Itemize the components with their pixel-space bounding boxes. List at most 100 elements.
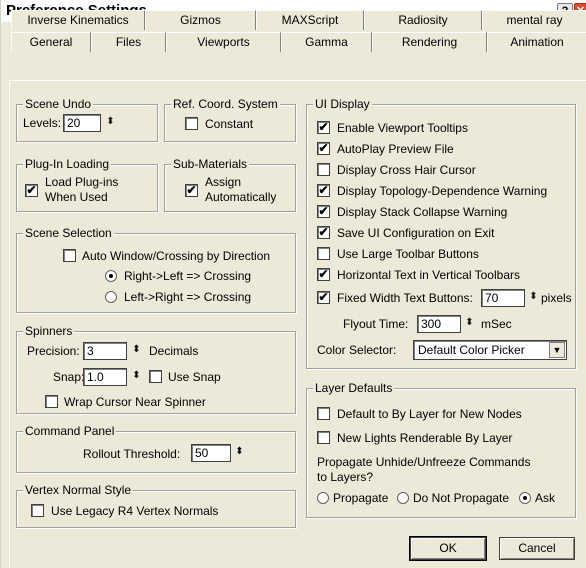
snap-spinner-icon[interactable]: ⬍ [131,368,142,386]
vertex-normal-title: Vertex Normal Style [23,483,134,497]
topology-warning-label: Display Topology-Dependence Warning [337,184,548,198]
use-snap-label: Use Snap [168,370,221,384]
autoplay-preview-label: AutoPlay Preview File [337,142,454,156]
right-left-crossing-radio[interactable] [105,270,117,282]
ui-display-group: UI Display ✔ Enable Viewport Tooltips ✔ … [306,97,576,369]
propagate-label: Propagate [333,491,389,505]
tab-general[interactable]: General [11,32,91,52]
default-by-layer-label: Default to By Layer for New Nodes [337,407,522,421]
new-lights-renderable-label: New Lights Renderable By Layer [337,431,513,445]
save-ui-config-checkbox[interactable]: ✔ [317,226,330,239]
command-panel-group: Command Panel Rollout Threshold: 50 ⬍ [16,424,296,473]
do-not-propagate-radio[interactable] [397,492,409,504]
ask-radio[interactable] [519,492,531,504]
levels-spinner-icon[interactable]: ⬍ [105,114,116,132]
chevron-down-icon[interactable]: ▼ [549,342,565,358]
do-not-propagate-label: Do Not Propagate [413,491,510,505]
rollout-spinner-icon[interactable]: ⬍ [234,444,245,462]
load-plugins-label-2: When Used [45,190,108,204]
decimals-label: Decimals [149,344,199,358]
default-by-layer-checkbox[interactable] [317,407,330,420]
tab-maxscript[interactable]: MAXScript [256,10,364,30]
plugin-loading-group: Plug-In Loading ✔ Load Plug-ins When Use… [16,157,158,212]
left-right-crossing-radio[interactable] [105,291,117,303]
tab-row-bottom: General Files Viewports Gamma Rendering … [11,32,586,52]
color-selector-dropdown[interactable]: Default Color Picker ▼ [413,340,567,360]
constant-label: Constant [205,117,254,131]
enable-viewport-tooltips-checkbox[interactable]: ✔ [317,121,330,134]
fixed-width-buttons-checkbox[interactable]: ✔ [317,291,330,304]
large-toolbar-buttons-label: Use Large Toolbar Buttons [337,247,479,261]
ref-coord-title: Ref. Coord. System [171,97,280,111]
ok-button[interactable]: OK [409,536,487,561]
auto-window-crossing-checkbox[interactable] [63,249,76,262]
enable-viewport-tooltips-label: Enable Viewport Tooltips [337,121,468,135]
legacy-vertex-normals-checkbox[interactable] [31,504,44,517]
scene-selection-title: Scene Selection [23,226,114,240]
levels-label: Levels: [23,116,62,130]
color-selector-value: Default Color Picker [418,343,525,357]
constant-checkbox[interactable] [185,117,198,130]
save-ui-config-label: Save UI Configuration on Exit [337,226,495,240]
general-tab-panel: Scene Undo Levels: 20 ⬍ Ref. Coord. Syst… [9,80,586,568]
fixed-width-field[interactable]: 70 [481,289,525,307]
pixels-label: pixels [541,291,572,305]
fixed-width-buttons-label: Fixed Width Text Buttons: [337,291,473,305]
propagate-question-label-2: to Layers? [317,470,374,484]
flyout-spinner-icon[interactable]: ⬍ [464,315,475,333]
tab-gizmos[interactable]: Gizmos [145,10,256,30]
snap-field[interactable]: 1.0 [83,368,127,386]
tab-viewports[interactable]: Viewports [166,32,281,52]
sub-materials-title: Sub-Materials [171,157,250,171]
ask-label: Ask [535,491,556,505]
cancel-button[interactable]: Cancel [499,537,575,560]
tab-files[interactable]: Files [91,32,166,52]
tab-row-top: Inverse Kinematics Gizmos MAXScript Radi… [11,10,586,30]
topology-warning-checkbox[interactable]: ✔ [317,184,330,197]
precision-label: Precision: [27,344,80,358]
scene-selection-group: Scene Selection Auto Window/Crossing by … [16,226,296,313]
color-selector-label: Color Selector: [317,343,397,357]
propagate-radio[interactable] [317,492,329,504]
sub-materials-group: Sub-Materials ✔ Assign Automatically [164,157,296,212]
use-snap-checkbox[interactable] [149,370,162,383]
auto-window-crossing-label: Auto Window/Crossing by Direction [82,249,271,263]
rollout-threshold-field[interactable]: 50 [191,444,231,462]
large-toolbar-buttons-checkbox[interactable] [317,247,330,260]
scene-undo-title: Scene Undo [23,97,94,111]
horizontal-text-checkbox[interactable]: ✔ [317,268,330,281]
precision-field[interactable]: 3 [83,342,127,360]
assign-automatically-checkbox[interactable]: ✔ [185,184,198,197]
command-panel-title: Command Panel [23,424,117,438]
wrap-cursor-checkbox[interactable] [45,395,58,408]
tab-animation[interactable]: Animation [487,32,586,52]
autoplay-preview-checkbox[interactable]: ✔ [317,142,330,155]
preference-settings-window: Preference Settings ? ✕ Inverse Kinemati… [0,0,586,568]
stack-collapse-warning-label: Display Stack Collapse Warning [337,205,508,219]
display-cross-hair-checkbox[interactable] [317,163,330,176]
wrap-cursor-label: Wrap Cursor Near Spinner [64,395,206,409]
left-right-crossing-label: Left->Right => Crossing [124,290,252,304]
load-plugins-label: Load Plug-ins [45,175,119,189]
levels-field[interactable]: 20 [63,114,101,132]
tab-gamma[interactable]: Gamma [281,32,372,52]
plugin-loading-title: Plug-In Loading [23,157,112,171]
tab-strip: Inverse Kinematics Gizmos MAXScript Radi… [3,6,586,86]
spinners-group: Spinners Precision: 3 ⬍ Decimals Snap: 1… [16,324,296,414]
msec-label: mSec [481,317,512,331]
tab-inverse-kinematics[interactable]: Inverse Kinematics [11,10,145,30]
horizontal-text-label: Horizontal Text in Vertical Toolbars [337,268,520,282]
tab-rendering[interactable]: Rendering [372,32,487,52]
new-lights-renderable-checkbox[interactable] [317,431,330,444]
tab-radiosity[interactable]: Radiosity [364,10,482,30]
precision-spinner-icon[interactable]: ⬍ [131,342,142,360]
display-cross-hair-label: Display Cross Hair Cursor [337,163,476,177]
fixed-width-spinner-icon[interactable]: ⬍ [528,289,539,307]
flyout-time-field[interactable]: 300 [417,315,461,333]
load-plugins-checkbox[interactable]: ✔ [25,184,38,197]
right-left-crossing-label: Right->Left => Crossing [124,269,252,283]
assign-label-2: Automatically [205,190,277,204]
stack-collapse-warning-checkbox[interactable]: ✔ [317,205,330,218]
tab-mental-ray[interactable]: mental ray [482,10,586,30]
propagate-question-label: Propagate Unhide/Unfreeze Commands [317,455,531,469]
